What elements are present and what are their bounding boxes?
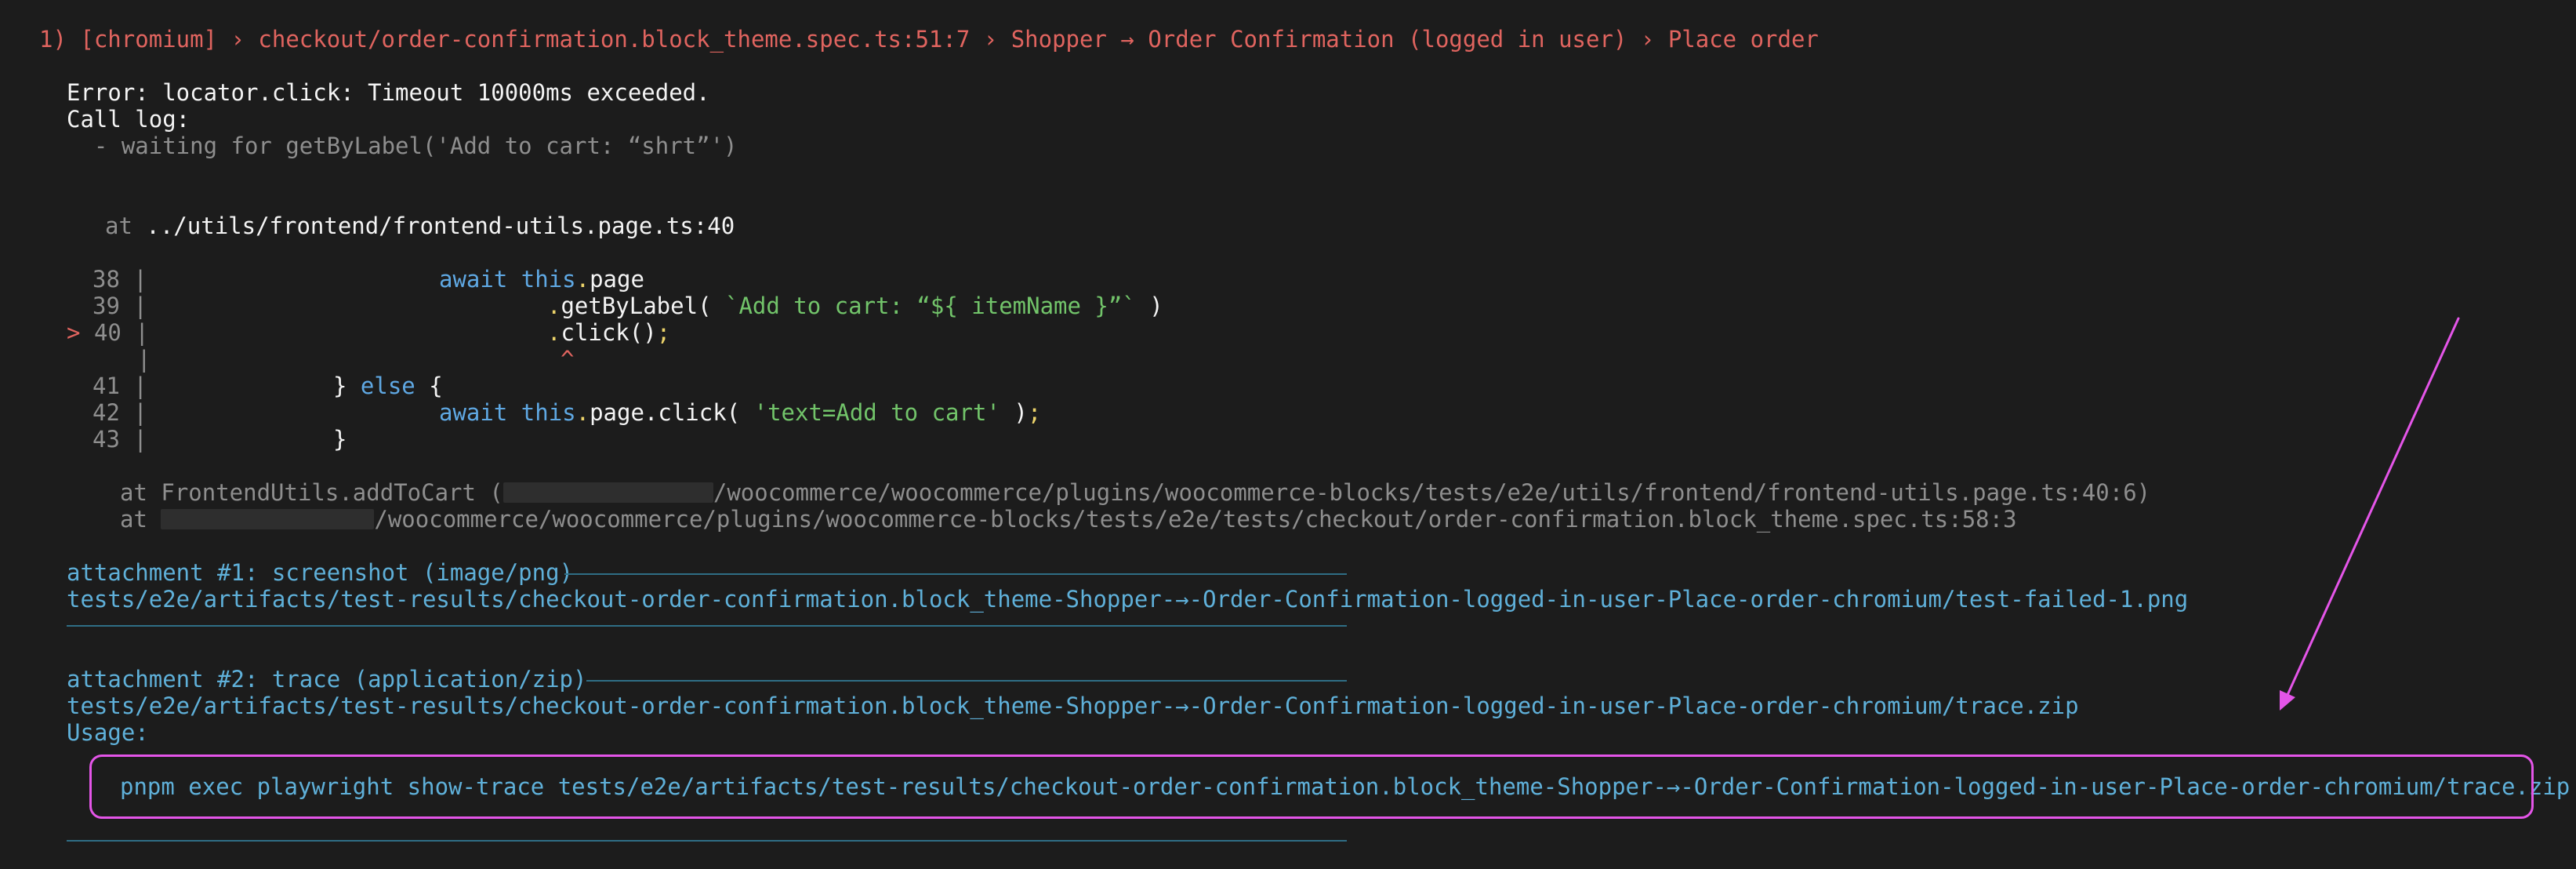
annotation-arrow-icon [2280,317,2460,711]
